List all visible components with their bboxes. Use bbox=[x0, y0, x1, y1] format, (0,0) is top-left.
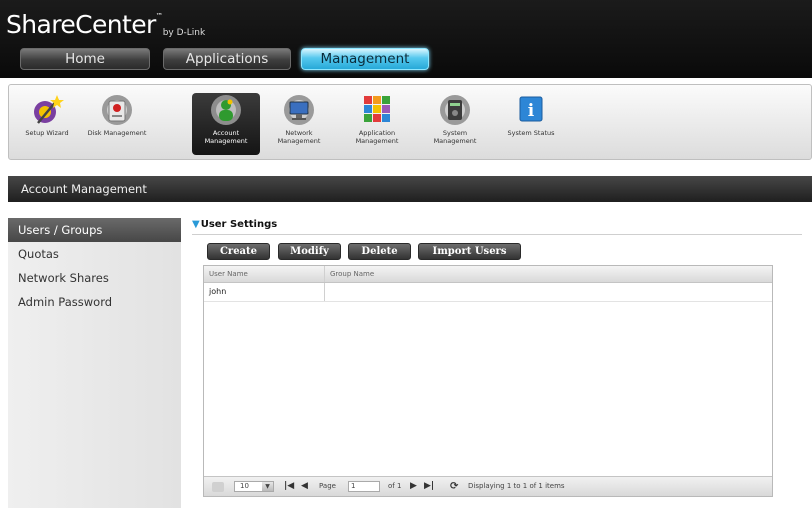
toolbar-label: Account Management bbox=[204, 129, 248, 145]
brand-by: by D-Link bbox=[162, 28, 206, 38]
brand-name: ShareCenter bbox=[6, 10, 156, 39]
refresh-icon[interactable]: ⟳ bbox=[450, 481, 458, 492]
create-button[interactable]: Create bbox=[207, 243, 270, 260]
column-header-user-name[interactable]: User Name bbox=[204, 266, 325, 282]
users-table: User Name Group Name john 10 ▼ |◀ ◀ Page… bbox=[203, 265, 773, 497]
disk-icon bbox=[100, 93, 134, 127]
info-icon: i bbox=[514, 93, 548, 127]
user-settings-title[interactable]: ▼User Settings bbox=[192, 219, 277, 230]
page-label: Page bbox=[319, 482, 336, 490]
tab-home[interactable]: Home bbox=[20, 48, 150, 70]
modify-button[interactable]: Modify bbox=[278, 243, 341, 260]
account-icon bbox=[209, 93, 243, 127]
network-icon bbox=[282, 93, 316, 127]
pagination-status: Displaying 1 to 1 of 1 items bbox=[468, 482, 565, 490]
toolbar-network-management[interactable]: Network Management bbox=[265, 93, 333, 155]
per-page-value: 10 bbox=[240, 482, 249, 490]
prev-page-icon[interactable]: ◀ bbox=[301, 481, 308, 491]
section-header: Account Management bbox=[8, 176, 812, 202]
tab-applications[interactable]: Applications bbox=[163, 48, 291, 70]
last-page-icon[interactable]: ▶| bbox=[424, 481, 434, 491]
cell-group-name bbox=[325, 283, 772, 301]
first-page-icon[interactable]: |◀ bbox=[284, 481, 294, 491]
cell-user-name: john bbox=[204, 283, 325, 301]
pagination-bar: 10 ▼ |◀ ◀ Page 1 of 1 ▶ ▶| ⟳ Displaying … bbox=[204, 476, 772, 496]
user-settings-label: User Settings bbox=[200, 219, 278, 230]
page-of-label: of 1 bbox=[388, 482, 402, 490]
toolbar-setup-wizard[interactable]: Setup Wizard bbox=[13, 93, 81, 155]
table-row[interactable]: john bbox=[204, 283, 772, 302]
app-header: ShareCenter™by D-Link Home Applications … bbox=[0, 0, 812, 78]
title-divider bbox=[192, 234, 802, 235]
sidebar-item-quotas[interactable]: Quotas bbox=[8, 242, 181, 266]
sidebar-item-network-shares[interactable]: Network Shares bbox=[8, 266, 181, 290]
page-input[interactable]: 1 bbox=[348, 481, 380, 492]
tab-management[interactable]: Management bbox=[301, 48, 429, 70]
sidebar-item-admin-password[interactable]: Admin Password bbox=[8, 290, 181, 314]
sidebar-item-users-groups[interactable]: Users / Groups bbox=[8, 218, 181, 242]
toolbar-system-management[interactable]: System Management bbox=[421, 93, 489, 155]
delete-button[interactable]: Delete bbox=[348, 243, 411, 260]
collapse-triangle-icon: ▼ bbox=[192, 219, 200, 230]
next-page-icon[interactable]: ▶ bbox=[410, 481, 417, 491]
brand-tm: ™ bbox=[155, 12, 163, 20]
wizard-icon bbox=[30, 93, 64, 127]
toolbar-system-status[interactable]: i System Status bbox=[497, 93, 565, 155]
brand-logo: ShareCenter™ by D-Link bbox=[6, 10, 205, 39]
column-header-group-name[interactable]: Group Name bbox=[325, 266, 772, 282]
sidebar: Users / Groups Quotas Network Shares Adm… bbox=[8, 218, 181, 508]
toolbar-label: Network Management bbox=[277, 129, 321, 145]
svg-text:i: i bbox=[528, 101, 535, 121]
import-users-button[interactable]: Import Users bbox=[418, 243, 521, 260]
toolbar-label: Application Management bbox=[355, 129, 399, 145]
chevron-down-icon: ▼ bbox=[262, 482, 273, 491]
table-header: User Name Group Name bbox=[204, 266, 772, 283]
management-toolbar: Setup Wizard Disk Management Account Man… bbox=[8, 84, 812, 160]
toolbar-label: Disk Management bbox=[87, 129, 147, 137]
toolbar-label: System Management bbox=[433, 129, 477, 145]
toolbar-application-management[interactable]: Application Management bbox=[343, 93, 411, 155]
rows-icon bbox=[212, 482, 224, 492]
application-icon bbox=[360, 93, 394, 127]
system-icon bbox=[438, 93, 472, 127]
toolbar-account-management[interactable]: Account Management bbox=[192, 93, 260, 155]
toolbar-label: System Status bbox=[507, 129, 555, 137]
per-page-select[interactable]: 10 ▼ bbox=[234, 481, 274, 492]
toolbar-disk-management[interactable]: Disk Management bbox=[83, 93, 151, 155]
toolbar-label: Setup Wizard bbox=[25, 129, 69, 137]
